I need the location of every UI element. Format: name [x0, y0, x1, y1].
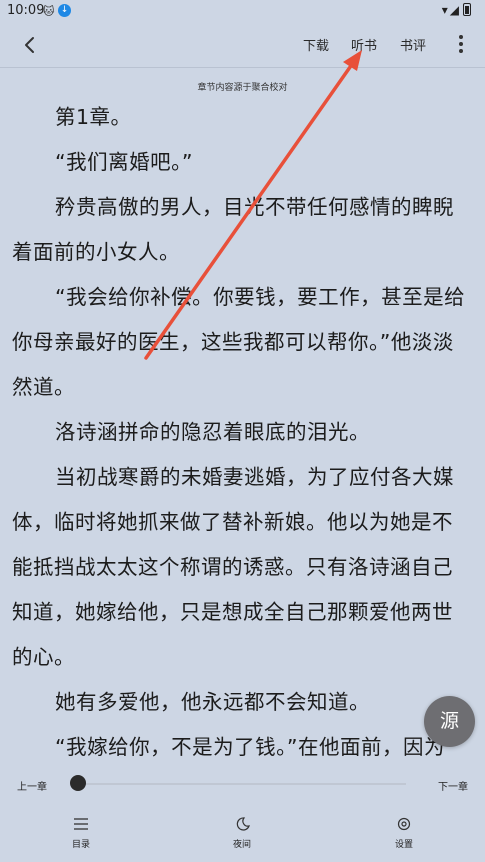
- chapter-paragraph: “我们离婚吧。”: [55, 150, 193, 174]
- menu-list-icon: [74, 818, 88, 830]
- download-notify-icon: ↓: [58, 4, 71, 17]
- nav-night-mode[interactable]: 夜间: [212, 817, 272, 850]
- download-button[interactable]: 下载: [303, 35, 329, 54]
- chapter-content: 第1章。 “我们离婚吧。” 矜贵高傲的男人，目光不带任何感情的睥睨着面前的小女人。 “…: [12, 95, 472, 770]
- source-button[interactable]: 源: [424, 696, 475, 747]
- toolbar-divider: [0, 67, 485, 68]
- chapter-source-note: 章节内容源于聚合校对: [197, 83, 288, 93]
- more-vertical-icon[interactable]: [455, 33, 467, 55]
- listen-book-button[interactable]: 听书: [351, 35, 377, 54]
- reader-toolbar: 下载 听书 书评: [0, 22, 485, 66]
- battery-icon: [463, 3, 471, 16]
- moon-icon: [236, 817, 250, 831]
- nav-settings[interactable]: 设置: [374, 817, 434, 850]
- chapter-paragraph: 她有多爱他，他永远都不会知道。: [55, 690, 370, 714]
- chapter-paragraph: 当初战寒爵的未婚妻逃婚，为了应付各大媒体，临时将她抓来做了替补新娘。他以为她是不…: [12, 465, 454, 669]
- nav-toc[interactable]: 目录: [51, 817, 111, 850]
- cat-icon: 🐱: [43, 5, 55, 18]
- chapter-paragraph: 矜贵高傲的男人，目光不带任何感情的睥睨着面前的小女人。: [12, 195, 454, 264]
- book-review-button[interactable]: 书评: [400, 35, 426, 54]
- nav-toc-label: 目录: [71, 840, 90, 850]
- status-time: 10:09: [7, 3, 45, 18]
- chevron-left-icon: [25, 37, 34, 53]
- status-bar: 10:09 🐱 ↓ ▾◢: [0, 0, 485, 22]
- gear-icon: [397, 817, 411, 831]
- signal-icon: ◢: [449, 3, 461, 17]
- chapter-progress-track[interactable]: [76, 783, 406, 785]
- nav-settings-label: 设置: [394, 840, 413, 850]
- back-button[interactable]: [18, 32, 44, 58]
- wifi-icon: ▾: [441, 3, 450, 17]
- chapter-paragraph: 洛诗涵拼命的隐忍着眼底的泪光。: [55, 420, 370, 444]
- nav-night-label: 夜间: [232, 840, 251, 850]
- chapter-paragraph: 第1章。: [55, 105, 132, 129]
- chapter-paragraph: “我会给你补偿。你要钱，要工作，甚至是给你母亲最好的医生，这些我都可以帮你。”他…: [12, 285, 466, 399]
- bottom-panel: 上一章 下一章 目录 夜间 设置: [0, 760, 485, 862]
- prev-chapter-button[interactable]: 上一章: [17, 778, 47, 793]
- status-indicators: ▾◢: [442, 3, 471, 17]
- chapter-progress-thumb[interactable]: [70, 775, 86, 791]
- next-chapter-button[interactable]: 下一章: [438, 778, 468, 793]
